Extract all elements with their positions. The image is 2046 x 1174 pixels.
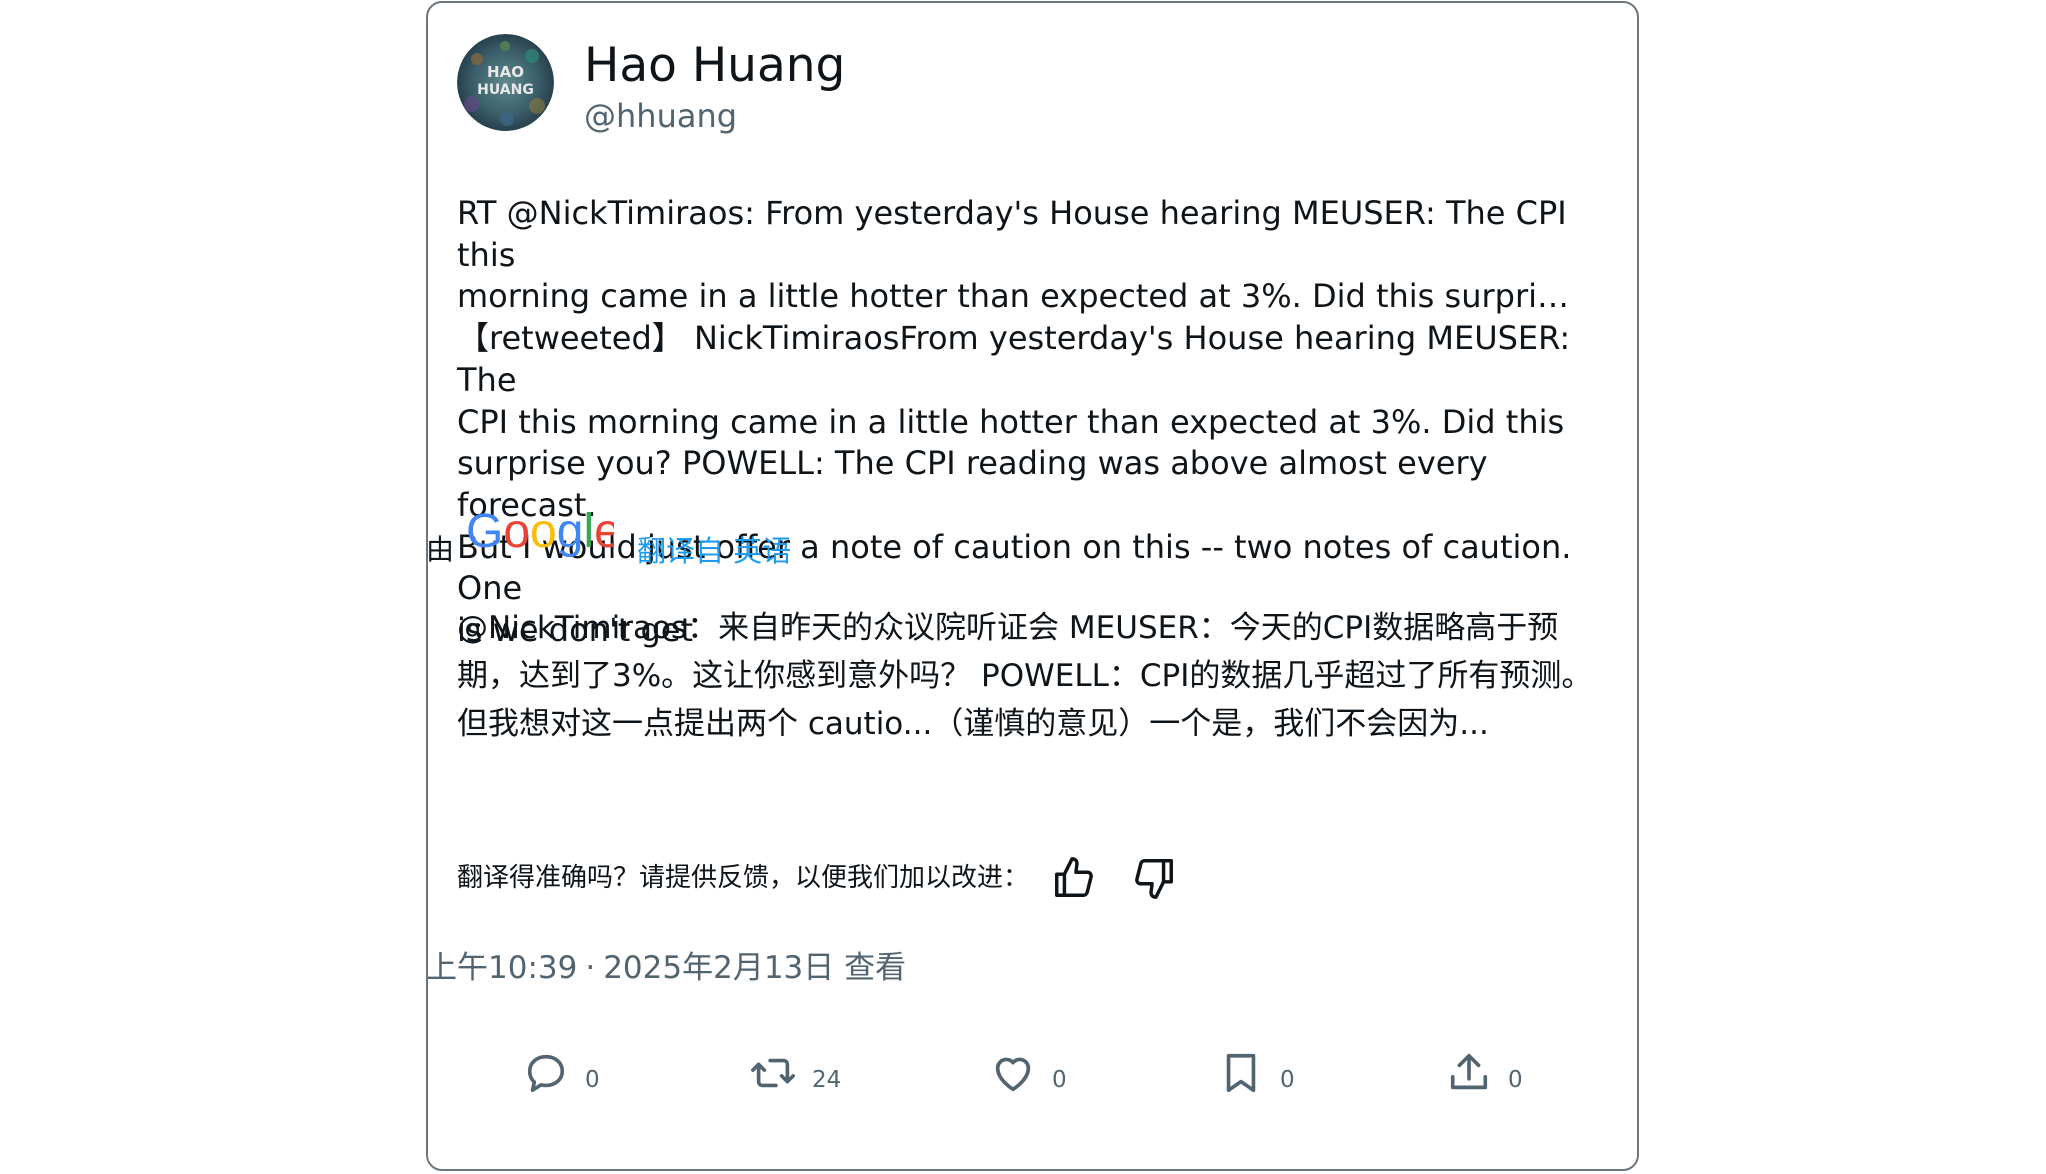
like-icon bbox=[995, 1057, 1031, 1092]
translated-text: @NickTimiraos：来自昨天的众议院听证会 MEUSER：今天的CPI数… bbox=[457, 610, 1593, 742]
retweet-count: 24 bbox=[812, 1067, 842, 1093]
retweet-button[interactable]: 24 bbox=[750, 1050, 841, 1096]
avatar-image: HAO HUANG bbox=[457, 34, 554, 131]
meta-separator: · bbox=[585, 950, 596, 986]
reply-count: 0 bbox=[585, 1067, 600, 1093]
author-handle[interactable]: @hhuang bbox=[584, 96, 737, 136]
thumbs-up-icon[interactable] bbox=[1051, 855, 1097, 901]
reply-icon bbox=[527, 1054, 565, 1093]
action-bar: 0 24 0 0 0 bbox=[0, 1050, 2046, 1110]
retweet-icon bbox=[751, 1058, 795, 1088]
view-link[interactable]: 查看 bbox=[844, 950, 906, 986]
tweet-timestamp: 上午10:39 · 2025年2月13日 查看 bbox=[426, 948, 906, 988]
reply-button[interactable]: 0 bbox=[523, 1050, 600, 1096]
translated-by-label: 由 bbox=[426, 533, 455, 566]
svg-text:HUANG: HUANG bbox=[477, 82, 534, 98]
tweet-date[interactable]: 2025年2月13日 bbox=[603, 950, 834, 986]
author-name[interactable]: Hao Huang bbox=[584, 36, 845, 96]
bookmark-icon bbox=[1226, 1053, 1256, 1093]
google-logo-text: Google bbox=[466, 505, 614, 558]
svg-text:HAO: HAO bbox=[487, 63, 524, 81]
feedback-prompt: 翻译得准确吗？请提供反馈，以便我们加以改进： bbox=[457, 863, 1030, 893]
share-count: 0 bbox=[1508, 1067, 1523, 1093]
like-button[interactable]: 0 bbox=[990, 1050, 1067, 1096]
google-logo: Google bbox=[466, 505, 614, 558]
thumbs-down-icon[interactable] bbox=[1131, 855, 1177, 901]
bookmark-count: 0 bbox=[1280, 1067, 1295, 1093]
bookmark-button[interactable]: 0 bbox=[1218, 1050, 1295, 1096]
tweet-time[interactable]: 上午10:39 bbox=[426, 950, 577, 986]
translation-feedback: 翻译得准确吗？请提供反馈，以便我们加以改进： bbox=[457, 855, 1177, 901]
tweet-text: RT @NickTimiraos: From yesterday's House… bbox=[457, 194, 1572, 650]
translated-from-link[interactable]: 翻译自 英语 bbox=[637, 533, 791, 569]
share-button[interactable]: 0 bbox=[1446, 1050, 1523, 1096]
like-count: 0 bbox=[1052, 1067, 1067, 1093]
share-icon bbox=[1450, 1053, 1488, 1090]
avatar[interactable]: HAO HUANG bbox=[457, 34, 554, 131]
